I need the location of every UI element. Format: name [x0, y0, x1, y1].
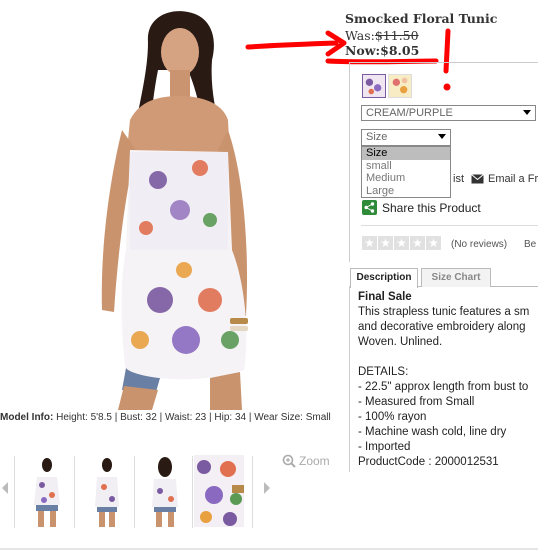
description-line: and decorative embroidery along — [358, 321, 526, 333]
options-box-left-border — [349, 62, 350, 262]
thumbnail-side[interactable] — [82, 455, 132, 527]
model-info-text: Height: 5'8.5 | Bust: 32 | Waist: 23 | H… — [53, 412, 331, 423]
star-icon: ★ — [410, 236, 425, 250]
description-line: This strapless tunic features a sm — [358, 306, 530, 318]
model-info: Model Info: Height: 5'8.5 | Bust: 32 | W… — [0, 411, 340, 424]
thumbnail-back[interactable] — [140, 455, 190, 527]
description-panel: Final Sale This strapless tunic features… — [358, 290, 538, 470]
size-option-size[interactable]: Size — [362, 147, 450, 160]
envelope-icon — [471, 174, 484, 184]
thumbnail-prev-arrow-icon[interactable] — [0, 478, 10, 498]
now-price: Now:$8.05 — [345, 43, 419, 58]
star-icon: ★ — [362, 236, 377, 250]
tab-description[interactable]: Description — [350, 268, 418, 288]
size-dropdown-list: Size small Medium Large — [361, 146, 451, 198]
be-first-review-link[interactable]: Be — [524, 239, 536, 250]
product-main-image[interactable] — [60, 0, 340, 410]
thumbnail-divider — [252, 456, 253, 528]
description-line: - Imported — [358, 441, 411, 453]
size-option-large[interactable]: Large — [362, 185, 450, 198]
description-line: DETAILS: — [358, 366, 409, 378]
was-price: Was:$11.50 — [345, 28, 419, 43]
share-icon — [362, 200, 377, 215]
divider — [361, 225, 538, 226]
thumbnail-divider — [14, 456, 15, 528]
was-label: Was: — [345, 28, 375, 43]
thumbnail-divider — [74, 456, 75, 528]
color-select[interactable]: CREAM/PURPLE — [361, 105, 536, 121]
description-line: Woven. Unlined. — [358, 336, 443, 348]
thumbnail-front[interactable] — [22, 455, 72, 527]
thumbnail-next-arrow-icon[interactable] — [262, 478, 272, 498]
reviews-count: (No reviews) — [451, 239, 508, 250]
now-price-value: $8.05 — [380, 43, 420, 58]
thumbnail-detail[interactable] — [194, 455, 244, 527]
options-box-top-border — [349, 62, 538, 63]
thumbnail-divider — [134, 456, 135, 528]
size-select[interactable]: Size — [361, 129, 451, 146]
rating-stars[interactable]: ★ ★ ★ ★ ★ — [362, 236, 441, 250]
product-title: Smocked Floral Tunic — [345, 11, 498, 26]
description-blank-line — [358, 350, 538, 365]
email-a-friend-link[interactable]: Email a Fr — [471, 173, 538, 185]
add-to-wishlist-link[interactable]: ist — [453, 173, 464, 185]
star-icon: ★ — [394, 236, 409, 250]
size-select-value: Size — [366, 131, 388, 143]
star-icon: ★ — [426, 236, 441, 250]
email-a-friend-label: Email a Fr — [488, 173, 538, 185]
chevron-down-icon — [438, 134, 446, 139]
description-line: - 100% rayon — [358, 411, 427, 423]
final-sale-heading: Final Sale — [358, 291, 412, 303]
color-select-value: CREAM/PURPLE — [366, 107, 453, 119]
product-code: ProductCode : 2000012531 — [358, 456, 499, 468]
size-option-small[interactable]: small — [362, 160, 450, 173]
color-swatch-cream-purple[interactable] — [362, 74, 386, 98]
share-product-button[interactable]: Share this Product — [362, 200, 481, 215]
size-option-medium[interactable]: Medium — [362, 172, 450, 185]
description-left-border — [349, 286, 350, 472]
zoom-label: Zoom — [299, 454, 330, 468]
share-label: Share this Product — [382, 200, 481, 215]
color-swatch-alt[interactable] — [388, 74, 412, 98]
zoom-button[interactable]: Zoom — [282, 454, 330, 468]
was-price-value: $11.50 — [374, 28, 419, 43]
description-line: - 22.5" approx length from bust to — [358, 381, 529, 393]
zoom-magnifier-icon — [282, 454, 296, 468]
bottom-divider — [0, 548, 538, 550]
thumbnail-divider — [192, 456, 193, 528]
model-info-label: Model Info: — [0, 412, 54, 423]
description-line: - Measured from Small — [358, 396, 475, 408]
chevron-down-icon — [523, 110, 531, 115]
tab-size-chart[interactable]: Size Chart — [421, 268, 491, 287]
description-line: - Machine wash cold, line dry — [358, 426, 507, 438]
now-label: Now: — [345, 43, 381, 58]
star-icon: ★ — [378, 236, 393, 250]
